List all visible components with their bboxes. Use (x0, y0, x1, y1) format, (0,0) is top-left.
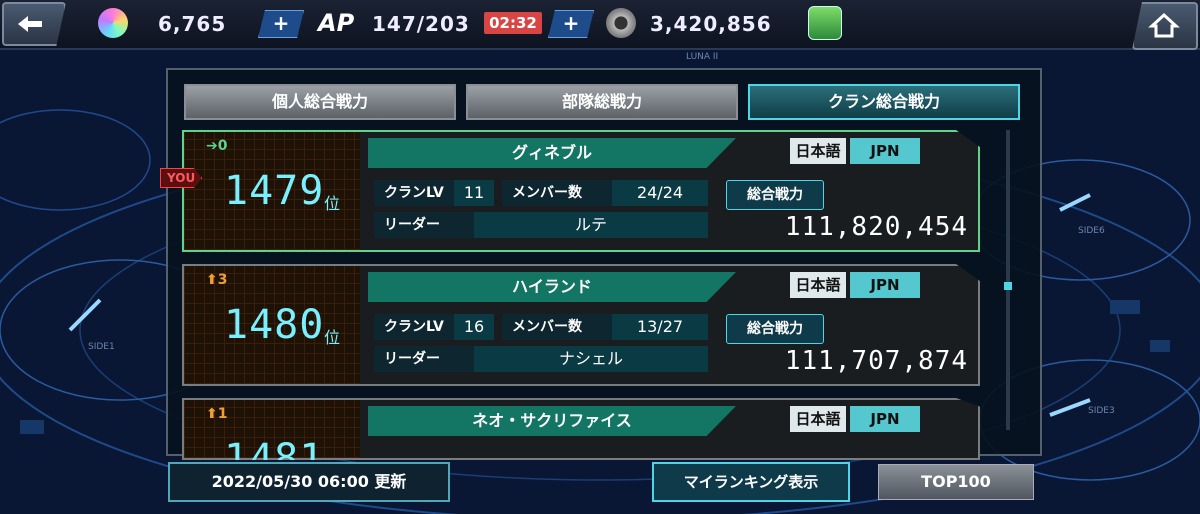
top100-button[interactable]: TOP100 (878, 464, 1034, 500)
coin-icon (606, 8, 636, 38)
rank-up-icon: ⬆3 (206, 272, 228, 288)
you-marker: YOU (160, 168, 203, 188)
premium-gem-icon (98, 8, 128, 38)
tab-unit-power[interactable]: 部隊総戦力 (466, 84, 738, 120)
rank-box: ⬆3 1480 位 (184, 266, 360, 384)
ap-timer: 02:32 (484, 12, 542, 34)
language-tag: 日本語 (790, 138, 846, 164)
language-tag: 日本語 (790, 272, 846, 298)
update-timestamp: 2022/05/30 06:00 更新 (168, 462, 450, 502)
home-button[interactable] (1132, 2, 1198, 50)
region-tag: JPN (850, 272, 920, 298)
region-tag: JPN (850, 406, 920, 432)
clan-rank-card[interactable]: ➔0 1479 位 グィネブル 日本語 JPN クランLV 11 メンバー数 2… (182, 130, 980, 252)
tab-individual-power[interactable]: 個人総合戦力 (184, 84, 456, 120)
rank-same-icon: ➔0 (206, 138, 228, 154)
clan-name: ハイランド (368, 272, 736, 302)
members-value: 13/27 (612, 314, 708, 340)
total-power-value: 111,707,874 (784, 346, 968, 376)
total-power-value: 111,820,454 (784, 212, 968, 242)
gem-count: 6,765 (158, 12, 227, 36)
total-power-button[interactable]: 総合戦力 (726, 180, 824, 210)
coin-count: 3,420,856 (650, 12, 772, 36)
rank-number: 1479 (224, 168, 325, 214)
leader-value: ルテ (474, 212, 708, 238)
ap-label: AP (318, 9, 355, 37)
region-tag: JPN (850, 138, 920, 164)
clan-level-label: クランLV (374, 180, 454, 206)
rank-delta: 3 (217, 272, 228, 288)
top-status-bar: 6,765 + AP 147/203 02:32 + 3,420,856 (0, 0, 1200, 50)
map-label-luna: LUNA II (686, 52, 719, 62)
my-ranking-button[interactable]: マイランキング表示 (652, 462, 850, 502)
clan-level-value: 16 (454, 314, 494, 340)
map-label-side3: SIDE3 (1088, 406, 1115, 416)
rank-delta: 1 (217, 406, 228, 422)
leader-value: ナシェル (474, 346, 708, 372)
clan-level-value: 11 (454, 180, 494, 206)
leader-label: リーダー (374, 212, 474, 238)
members-label: メンバー数 (502, 314, 612, 340)
clan-name: グィネブル (368, 138, 736, 168)
map-label-side1: SIDE1 (88, 342, 115, 352)
rank-delta: 0 (217, 138, 228, 154)
add-gem-button[interactable]: + (258, 10, 304, 38)
scrollbar-thumb[interactable] (1004, 282, 1012, 290)
scrollbar-track[interactable] (1006, 130, 1010, 430)
haro-icon[interactable] (808, 6, 842, 40)
members-value: 24/24 (612, 180, 708, 206)
rank-suffix: 位 (324, 194, 341, 213)
rank-number: 1480 (224, 302, 325, 348)
rank-up-icon: ⬆1 (206, 406, 228, 422)
ranking-panel: 個人総合戦力 部隊総戦力 クラン総合戦力 ➔0 1479 位 グィネブル 日本語… (166, 68, 1042, 460)
home-icon (1148, 12, 1180, 38)
rank-box: ⬆1 1481 (184, 400, 360, 460)
clan-level-label: クランLV (374, 314, 454, 340)
rank-box: ➔0 1479 位 (184, 132, 360, 250)
map-label-side6: SIDE6 (1078, 226, 1105, 236)
tab-clan-power[interactable]: クラン総合戦力 (748, 84, 1020, 120)
leader-label: リーダー (374, 346, 474, 372)
rank-suffix: 位 (324, 328, 341, 347)
back-button[interactable] (2, 2, 66, 46)
language-tag: 日本語 (790, 406, 846, 432)
add-ap-button[interactable]: + (548, 10, 594, 38)
clan-rank-card[interactable]: ⬆1 1481 ネオ・サクリファイス 日本語 JPN (182, 398, 980, 460)
clan-rank-card[interactable]: ⬆3 1480 位 ハイランド 日本語 JPN クランLV 16 メンバー数 1… (182, 264, 980, 386)
back-arrow-icon (18, 16, 42, 32)
clan-name: ネオ・サクリファイス (368, 406, 736, 436)
total-power-button[interactable]: 総合戦力 (726, 314, 824, 344)
ap-value: 147/203 (372, 12, 470, 36)
members-label: メンバー数 (502, 180, 612, 206)
